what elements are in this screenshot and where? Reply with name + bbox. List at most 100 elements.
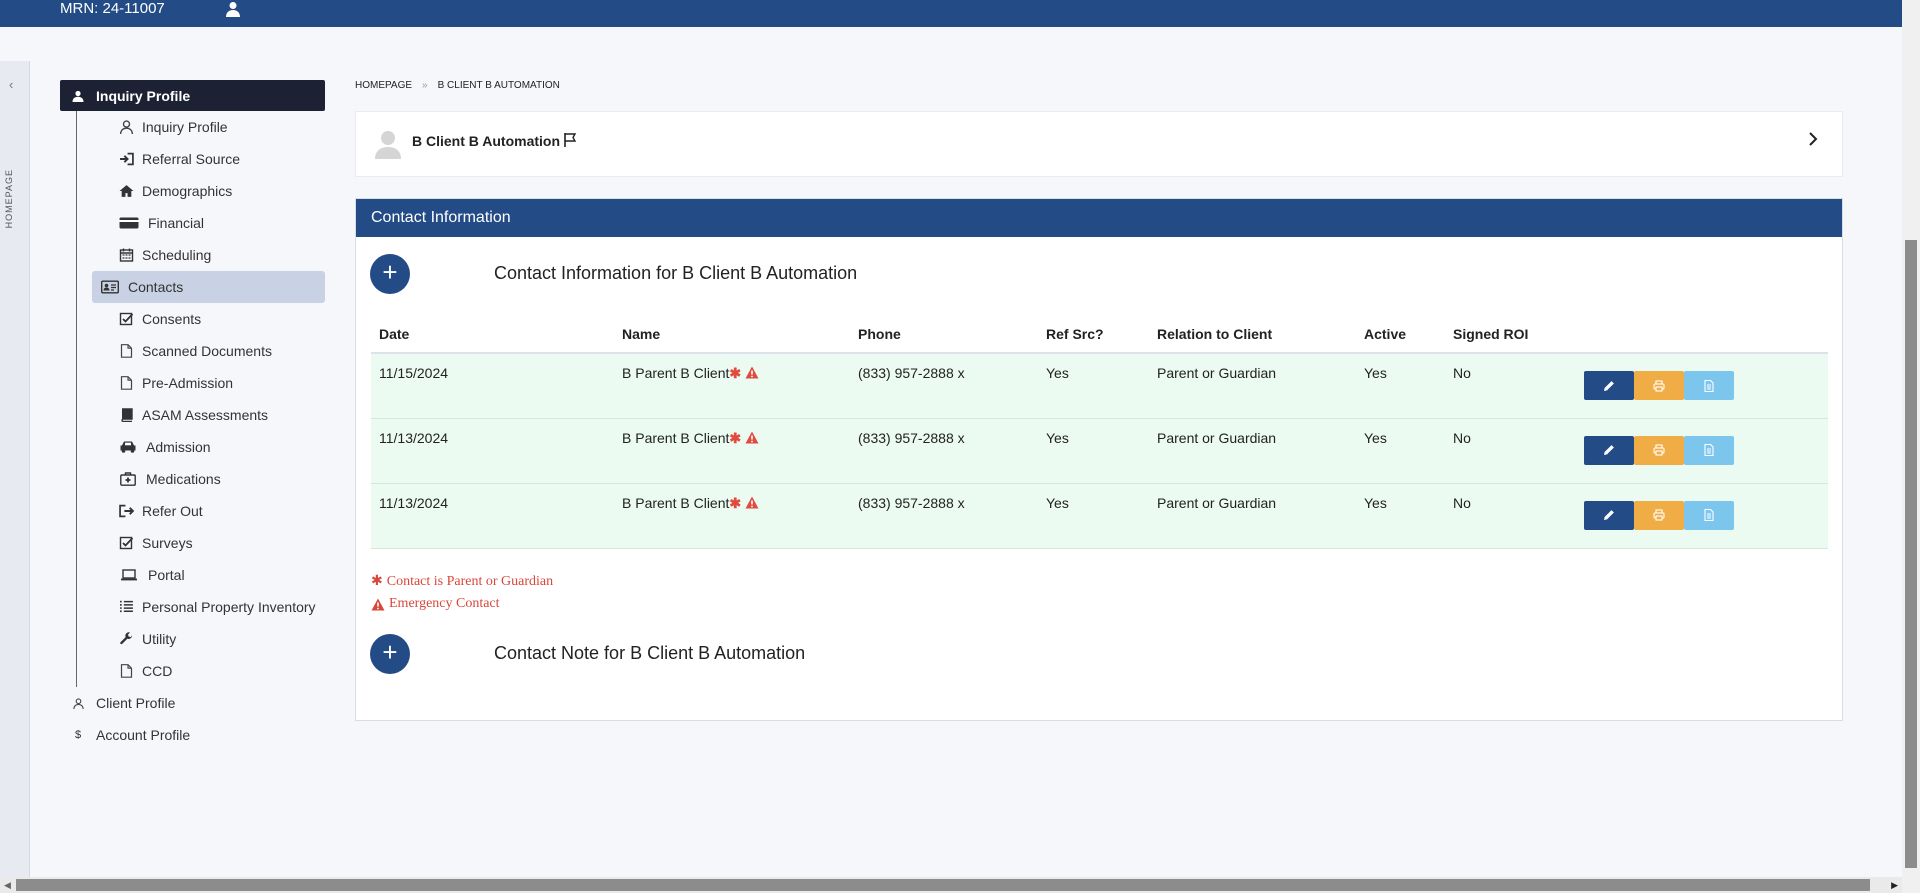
edit-button[interactable] — [1584, 435, 1634, 465]
sidebar-item-ccd[interactable]: CCD — [92, 655, 325, 687]
col-date[interactable]: Date — [371, 316, 614, 354]
col-phone[interactable]: Phone — [850, 316, 1038, 354]
user-icon — [118, 120, 134, 134]
cell-phone: (833) 957-2888 x — [850, 483, 1038, 549]
sidebar-item-scheduling[interactable]: Scheduling — [92, 239, 325, 271]
col-signed-roi[interactable]: Signed ROI — [1445, 316, 1584, 354]
sidebar-item-asam-assessments[interactable]: ASAM Assessments — [92, 399, 325, 431]
document-button[interactable] — [1684, 435, 1734, 465]
add-contact-note-button[interactable]: + — [370, 634, 410, 674]
cell-signed-roi: No — [1445, 418, 1584, 484]
sidebar-item-inquiry-profile[interactable]: Inquiry Profile — [92, 111, 325, 143]
scroll-right-icon[interactable]: ▶ — [1891, 880, 1898, 891]
breadcrumb-separator: » — [422, 80, 428, 91]
parent-guardian-asterisk-icon: ✱ — [729, 365, 742, 381]
edit-button[interactable] — [1584, 371, 1634, 400]
vertical-scroll-thumb[interactable] — [1905, 240, 1917, 868]
sidebar-item-label: Client Profile — [96, 695, 176, 711]
contact-name: B Parent B Client — [622, 365, 730, 381]
breadcrumb: HOMEPAGE » B CLIENT B AUTOMATION — [355, 80, 560, 91]
sidebar-item-utility[interactable]: Utility — [92, 623, 325, 655]
contact-note-title: Contact Note for B Client B Automation — [494, 643, 806, 663]
cell-phone: (833) 957-2888 x — [850, 353, 1038, 419]
add-contact-button[interactable]: + — [370, 254, 410, 294]
sidebar-item-pre-admission[interactable]: Pre-Admission — [92, 367, 325, 399]
document-icon — [1704, 444, 1714, 456]
table-row[interactable]: 11/15/2024 B Parent B Client✱ (833) 957-… — [371, 353, 1828, 419]
file-icon — [118, 376, 134, 390]
sidebar-item-label: Referral Source — [142, 151, 241, 167]
scroll-left-icon[interactable]: ◀ — [4, 880, 11, 891]
vertical-scrollbar[interactable] — [1902, 0, 1920, 893]
sidebar-item-personal-property-inventory[interactable]: Personal Property Inventory — [92, 591, 325, 623]
file-icon — [118, 664, 134, 678]
col-active[interactable]: Active — [1356, 316, 1445, 354]
sidebar-item-label: Admission — [146, 439, 211, 455]
sidebar-item-portal[interactable]: Portal — [92, 559, 325, 591]
horizontal-scroll-thumb[interactable] — [16, 879, 1870, 891]
sidebar-item-label: Medications — [146, 471, 221, 487]
user-icon[interactable] — [226, 1, 240, 17]
car-icon — [118, 440, 138, 454]
legend-emergency-label: Emergency Contact — [389, 596, 500, 611]
print-icon — [1653, 509, 1665, 521]
sidebar-item-referral-source[interactable]: Referral Source — [92, 143, 325, 175]
pencil-icon — [1604, 510, 1614, 520]
panel-title: Contact Information — [356, 199, 1842, 237]
sidebar-item-label: Scanned Documents — [142, 343, 272, 359]
print-button[interactable] — [1634, 371, 1684, 400]
row-action-buttons — [1584, 435, 1828, 465]
sidebar-item-label: Portal — [148, 567, 185, 583]
cell-active: Yes — [1356, 353, 1445, 419]
laptop-icon — [118, 568, 140, 582]
cell-name: B Parent B Client✱ — [614, 418, 850, 484]
sidebar-item-scanned-documents[interactable]: Scanned Documents — [92, 335, 325, 367]
client-header-card[interactable]: B Client B Automation — [355, 111, 1843, 177]
col-ref-src[interactable]: Ref Src? — [1038, 316, 1149, 354]
flag-icon[interactable] — [563, 132, 577, 148]
sidebar-item-surveys[interactable]: Surveys — [92, 527, 325, 559]
sidebar-item-demographics[interactable]: Demographics — [92, 175, 325, 207]
chevron-right-icon[interactable] — [1808, 131, 1818, 147]
checkbox-icon — [118, 312, 134, 326]
sidebar-item-contacts[interactable]: Contacts — [92, 271, 325, 303]
rail-homepage-label[interactable]: HOMEPAGE — [4, 169, 14, 228]
col-name[interactable]: Name — [614, 316, 850, 354]
sidebar-item-label: Scheduling — [142, 247, 212, 263]
list-icon — [118, 600, 134, 614]
dollar-icon: $ — [74, 729, 82, 741]
print-button[interactable] — [1634, 435, 1684, 465]
print-button[interactable] — [1634, 500, 1684, 530]
cell-date: 11/15/2024 — [371, 353, 614, 419]
collapsed-rail[interactable]: ‹ HOMEPAGE — [0, 61, 30, 877]
warning-icon — [745, 496, 759, 508]
horizontal-scrollbar[interactable]: ◀ ▶ — [0, 877, 1902, 893]
cell-active: Yes — [1356, 483, 1445, 549]
col-actions — [1584, 316, 1828, 354]
client-name: B Client B Automation — [412, 133, 561, 149]
checkbox-icon — [118, 536, 134, 550]
top-bar: MRN: 24-11007 — [0, 0, 1902, 27]
sidebar-header-inquiry-profile[interactable]: Inquiry Profile — [60, 80, 325, 111]
sidebar-item-consents[interactable]: Consents — [92, 303, 325, 335]
contact-name: B Parent B Client — [622, 429, 730, 446]
edit-button[interactable] — [1584, 500, 1634, 530]
breadcrumb-home[interactable]: HOMEPAGE — [355, 80, 412, 91]
print-icon — [1653, 444, 1665, 456]
row-action-buttons — [1584, 371, 1828, 400]
sidebar-item-client-profile[interactable]: Client Profile — [60, 687, 325, 719]
chevron-left-icon[interactable]: ‹ — [9, 77, 13, 92]
document-button[interactable] — [1684, 500, 1734, 530]
table-row[interactable]: 11/13/2024 B Parent B Client✱ (833) 957-… — [371, 483, 1828, 549]
sign-out-icon — [118, 504, 134, 518]
sidebar-item-medications[interactable]: Medications — [92, 463, 325, 495]
table-row[interactable]: 11/13/2024 B Parent B Client✱ (833) 957-… — [371, 418, 1828, 484]
mrn-label: MRN: 24-11007 — [60, 0, 165, 17]
sidebar-item-refer-out[interactable]: Refer Out — [92, 495, 325, 527]
pencil-icon — [1604, 445, 1614, 455]
sidebar-item-admission[interactable]: Admission — [92, 431, 325, 463]
col-relation[interactable]: Relation to Client — [1149, 316, 1356, 354]
sidebar-item-financial[interactable]: Financial — [92, 207, 325, 239]
document-button[interactable] — [1684, 371, 1734, 400]
sidebar-item-account-profile[interactable]: $ Account Profile — [60, 719, 325, 751]
